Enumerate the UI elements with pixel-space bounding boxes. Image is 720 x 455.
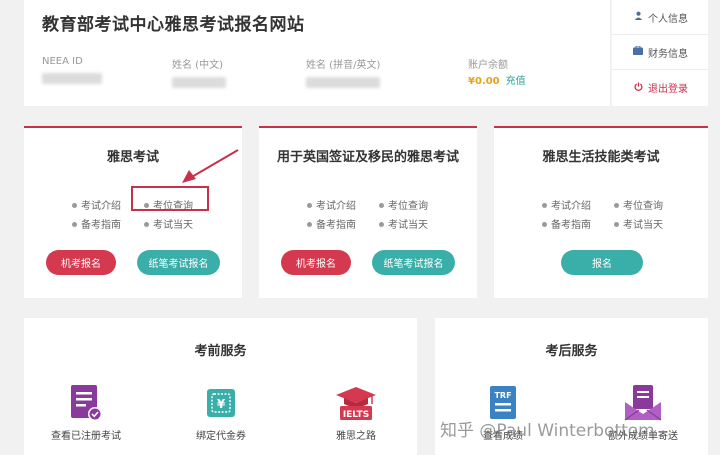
power-icon <box>632 81 644 94</box>
bullet-icon <box>379 222 384 227</box>
name-en-label: 姓名 (拼音/英文) <box>306 60 381 71</box>
name-en-field: 姓名 (拼音/英文) <box>306 56 406 88</box>
life-skills-exam-card: 雅思生活技能类考试 考试介绍 考位查询 备考指南 考试当天 报名 <box>494 126 708 298</box>
ielts-exam-card: 雅思考试 考试介绍 考位查询 备考指南 考试当天 机考报名 纸笔考试报名 <box>24 126 242 298</box>
ukvi-card-title: 用于英国签证及移民的雅思考试 <box>276 150 459 165</box>
bullet-icon <box>144 222 149 227</box>
link-label: 备考指南 <box>316 220 356 231</box>
post-services-title: 考后服务 <box>545 344 598 359</box>
pre-exam-services-panel: 考前服务 查看已注册考试 ¥ 绑定代金券 IELTS 雅思之路 <box>24 318 417 455</box>
bullet-icon <box>614 222 619 227</box>
seat-query-link[interactable]: 考位查询 <box>379 197 428 212</box>
bullet-icon <box>614 203 619 208</box>
wallet-icon <box>632 45 644 58</box>
life-skills-card-title: 雅思生活技能类考试 <box>542 150 660 165</box>
ielts-badge-text: IELTS <box>343 410 369 420</box>
logout-label: 退出登录 <box>648 84 688 95</box>
pre-services-title: 考前服务 <box>194 344 247 359</box>
name-cn-label: 姓名 (中文) <box>172 60 223 71</box>
bullet-icon <box>307 222 312 227</box>
exam-intro-link[interactable]: 考试介绍 <box>542 197 591 212</box>
side-menu: 个人信息 财务信息 退出登录 <box>612 0 708 106</box>
link-label: 备考指南 <box>551 220 591 231</box>
view-registered-exams-item[interactable]: 查看已注册考试 <box>36 384 136 442</box>
zhihu-watermark: 知乎 @Paul Winterbottom <box>440 421 655 441</box>
link-label: 考试介绍 <box>551 201 591 212</box>
bind-voucher-item[interactable]: ¥ 绑定代金券 <box>171 384 271 442</box>
link-label: 考试当天 <box>153 220 193 231</box>
name-cn-value-blurred <box>172 77 226 88</box>
prep-guide-link[interactable]: 备考指南 <box>72 216 121 231</box>
bullet-icon <box>72 222 77 227</box>
seat-query-link[interactable]: 考位查询 <box>144 197 193 212</box>
link-label: 考位查询 <box>153 201 193 212</box>
personal-info-label: 个人信息 <box>648 13 688 25</box>
test-day-link[interactable]: 考试当天 <box>379 216 428 231</box>
bullet-icon <box>307 203 312 208</box>
prep-guide-link[interactable]: 备考指南 <box>542 216 591 231</box>
exam-intro-link[interactable]: 考试介绍 <box>72 197 121 212</box>
bullet-icon <box>72 203 77 208</box>
trf-text: TRF <box>494 391 511 400</box>
bind-voucher-label: 绑定代金券 <box>196 431 246 442</box>
bullet-icon <box>542 222 547 227</box>
ielts-road-item[interactable]: IELTS 雅思之路 <box>306 384 406 442</box>
neea-id-label: NEEA ID <box>42 56 83 67</box>
link-label: 考试介绍 <box>316 201 356 212</box>
neea-id-field: NEEA ID <box>42 56 112 84</box>
computer-exam-register-button[interactable]: 机考报名 <box>46 250 116 275</box>
register-button[interactable]: 报名 <box>561 250 643 275</box>
ielts-graduation-cap-icon: IELTS <box>336 387 376 420</box>
bullet-icon <box>542 203 547 208</box>
voucher-symbol: ¥ <box>217 397 226 411</box>
computer-exam-register-button[interactable]: 机考报名 <box>281 250 351 275</box>
name-en-value-blurred <box>306 77 380 88</box>
ukvi-exam-card: 用于英国签证及移民的雅思考试 考试介绍 考位查询 备考指南 考试当天 机考报名 … <box>259 126 477 298</box>
neea-id-value-blurred <box>42 73 102 84</box>
account-header: 教育部考试中心雅思考试报名网站 NEEA ID 姓名 (中文) 姓名 (拼音/英… <box>24 0 610 106</box>
bullet-icon <box>144 203 149 208</box>
test-day-link[interactable]: 考试当天 <box>614 216 663 231</box>
voucher-icon: ¥ <box>207 389 235 417</box>
paper-exam-register-button[interactable]: 纸笔考试报名 <box>372 250 455 275</box>
test-day-link[interactable]: 考试当天 <box>144 216 193 231</box>
bullet-icon <box>379 203 384 208</box>
financial-info-label: 财务信息 <box>648 48 688 60</box>
seat-query-link[interactable]: 考位查询 <box>614 197 663 212</box>
financial-info-link[interactable]: 财务信息 <box>612 35 708 70</box>
view-registered-exams-label: 查看已注册考试 <box>51 431 121 442</box>
link-label: 考位查询 <box>388 201 428 212</box>
balance-field: 账户余额 ¥0.00 充值 <box>468 56 578 87</box>
link-label: 考试当天 <box>623 220 663 231</box>
prep-guide-link[interactable]: 备考指南 <box>307 216 356 231</box>
recharge-link[interactable]: 充值 <box>506 76 526 87</box>
link-label: 备考指南 <box>81 220 121 231</box>
balance-label: 账户余额 <box>468 60 508 71</box>
paper-exam-register-button[interactable]: 纸笔考试报名 <box>137 250 220 275</box>
link-label: 考试介绍 <box>81 201 121 212</box>
logout-link[interactable]: 退出登录 <box>612 70 708 105</box>
balance-value: ¥0.00 <box>468 76 500 87</box>
link-label: 考位查询 <box>623 201 663 212</box>
ielts-road-label: 雅思之路 <box>336 431 376 442</box>
exam-intro-link[interactable]: 考试介绍 <box>307 197 356 212</box>
link-label: 考试当天 <box>388 220 428 231</box>
user-icon <box>632 11 644 23</box>
name-cn-field: 姓名 (中文) <box>172 56 252 88</box>
personal-info-link[interactable]: 个人信息 <box>612 0 708 35</box>
document-check-icon <box>71 385 102 421</box>
annotation-arrow-icon <box>182 149 239 183</box>
site-title: 教育部考试中心雅思考试报名网站 <box>42 15 305 35</box>
